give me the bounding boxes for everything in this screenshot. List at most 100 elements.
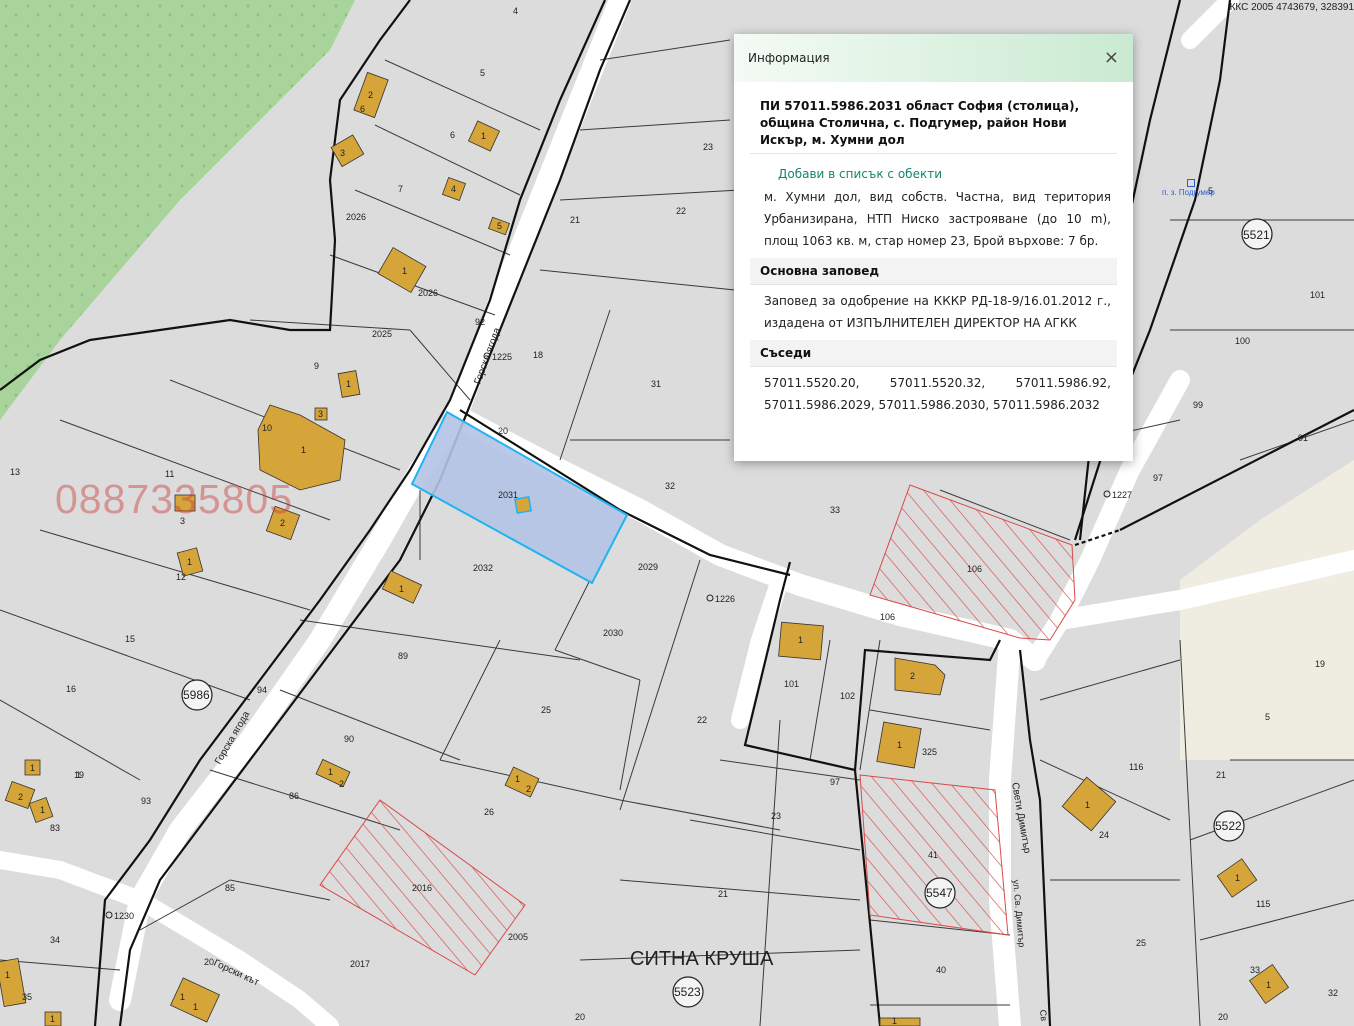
- order-text: Заповед за одобрение на КККР РД-18-9/16.…: [764, 294, 1111, 330]
- parcel-label: 106: [967, 564, 982, 574]
- parcel-label: 20: [498, 426, 508, 436]
- parcel-label: 115: [1256, 899, 1270, 909]
- parcel-label: 23: [703, 142, 713, 152]
- parcel-label: 2026: [346, 212, 366, 222]
- parcel-label: 99: [1193, 400, 1203, 410]
- parcel-label: 90: [344, 734, 354, 744]
- parcel-label: 2025: [372, 329, 392, 339]
- parcel-label: 19: [1315, 659, 1325, 669]
- building-label: 2: [339, 779, 344, 789]
- parcel-label: 5: [1265, 712, 1270, 722]
- region-5547: 5547: [926, 886, 953, 900]
- building-label: 1: [892, 1016, 897, 1026]
- coordinate-readout: ККС 2005 4743679, 328391: [1229, 2, 1354, 13]
- geodetic-point-1230: 1230: [114, 911, 134, 921]
- neighbors-heading: Съседи: [750, 340, 1117, 367]
- parcel-label: 35: [22, 992, 32, 1002]
- parcel-label: 2016: [412, 883, 432, 893]
- parcel-label: 40: [936, 965, 946, 975]
- building-label: 5: [497, 221, 502, 231]
- parcel-label: 7: [398, 184, 403, 194]
- parcel-label: 97: [1153, 473, 1163, 483]
- property-title: ПИ 57011.5986.2031 област София (столица…: [750, 98, 1117, 154]
- parcel-label: 85: [225, 883, 235, 893]
- building-label: 1: [193, 1002, 198, 1012]
- building-label: 4: [451, 184, 456, 194]
- geodetic-point-1225: 1225: [492, 352, 512, 362]
- building-label: 1: [402, 266, 407, 276]
- building-label: 1: [897, 740, 902, 750]
- parcel-label: 5: [480, 68, 485, 78]
- close-icon[interactable]: ×: [1104, 49, 1119, 67]
- building-label: 3: [318, 409, 323, 419]
- building-label: 2: [368, 90, 373, 100]
- parcel-label: 31: [651, 379, 661, 389]
- building-label: 1: [399, 584, 404, 594]
- building-label: 1: [798, 635, 803, 645]
- region-5522: 5522: [1215, 819, 1242, 833]
- parcel-label: 9: [314, 361, 319, 371]
- district-label: СИТНА КРУША: [630, 948, 774, 970]
- parcel-label: 32: [1328, 988, 1338, 998]
- region-5523: 5523: [674, 985, 701, 999]
- parcel-label: 23: [771, 811, 781, 821]
- parcel-label: 91: [1298, 433, 1308, 443]
- parcel-label: 15: [125, 634, 135, 644]
- parcel-label: 33: [830, 505, 840, 515]
- region-5521: 5521: [1243, 228, 1270, 242]
- parcel-label: 25: [541, 705, 551, 715]
- parcel-label: 2030: [603, 628, 623, 638]
- geodetic-point-1226: 1226: [715, 594, 735, 604]
- phone-watermark: 0887335805: [55, 476, 294, 522]
- popup-body: ПИ 57011.5986.2031 област София (столица…: [734, 82, 1133, 416]
- parcel-label: 86: [289, 791, 299, 801]
- neighbors-list: 57011.5520.20, 57011.5520.32, 57011.5986…: [764, 376, 1111, 412]
- parcel-label: 20: [204, 957, 214, 967]
- parcel-label: 24: [1099, 830, 1109, 840]
- parcel-label: 21: [570, 215, 580, 225]
- parcel-label: 10: [262, 423, 272, 433]
- building-label: 3: [340, 148, 345, 158]
- parcel-label: 89: [398, 651, 408, 661]
- parcel-label: 106: [880, 612, 895, 622]
- region-5986: 5986: [183, 688, 210, 702]
- building-label: 1: [515, 774, 520, 784]
- parcel-label: 92: [475, 317, 485, 327]
- parcel-label: 16: [66, 684, 76, 694]
- school-label: п. з. Подгумер: [1162, 188, 1215, 197]
- parcel-label: 18: [533, 350, 543, 360]
- order-heading: Основна заповед: [750, 258, 1117, 285]
- building-label: 1: [76, 770, 81, 780]
- school-icon: [1187, 179, 1195, 187]
- parcel-label: 41: [928, 850, 938, 860]
- parcel-label: 33: [1250, 965, 1260, 975]
- parcel-label: 101: [1310, 290, 1325, 300]
- building-label: 1: [5, 970, 10, 980]
- building-label: 1: [1235, 873, 1240, 883]
- parcel-label: 6: [450, 130, 455, 140]
- parcel-label: 34: [50, 935, 60, 945]
- parcel-label: 2029: [638, 562, 658, 572]
- popup-header: Информация ×: [734, 34, 1133, 82]
- parcel-label: 325: [922, 747, 937, 757]
- building-label: 1: [50, 1014, 55, 1024]
- parcel-label: 21: [718, 889, 728, 899]
- building-label: 1: [187, 557, 192, 567]
- parcel-label: 2005: [508, 932, 528, 942]
- parcel-label: 83: [50, 823, 60, 833]
- parcel-label: 13: [10, 467, 20, 477]
- parcel-label: 94: [257, 685, 267, 695]
- building-label: 1: [40, 805, 45, 815]
- parcel-label: 20: [575, 1012, 585, 1022]
- building-label: 1: [180, 992, 185, 1002]
- parcel-label: 25: [1136, 938, 1146, 948]
- parcel-label: 26: [484, 807, 494, 817]
- parcel-label: 12: [176, 572, 186, 582]
- add-to-list-link[interactable]: Добави в списък с обекти: [750, 154, 1117, 181]
- parcel-label: 22: [676, 206, 686, 216]
- parcel-label: 2032: [473, 563, 493, 573]
- building-label: 1: [346, 379, 351, 389]
- building-label: 2: [18, 792, 23, 802]
- parcel-label: 101: [784, 679, 799, 689]
- building-label: 2: [910, 671, 915, 681]
